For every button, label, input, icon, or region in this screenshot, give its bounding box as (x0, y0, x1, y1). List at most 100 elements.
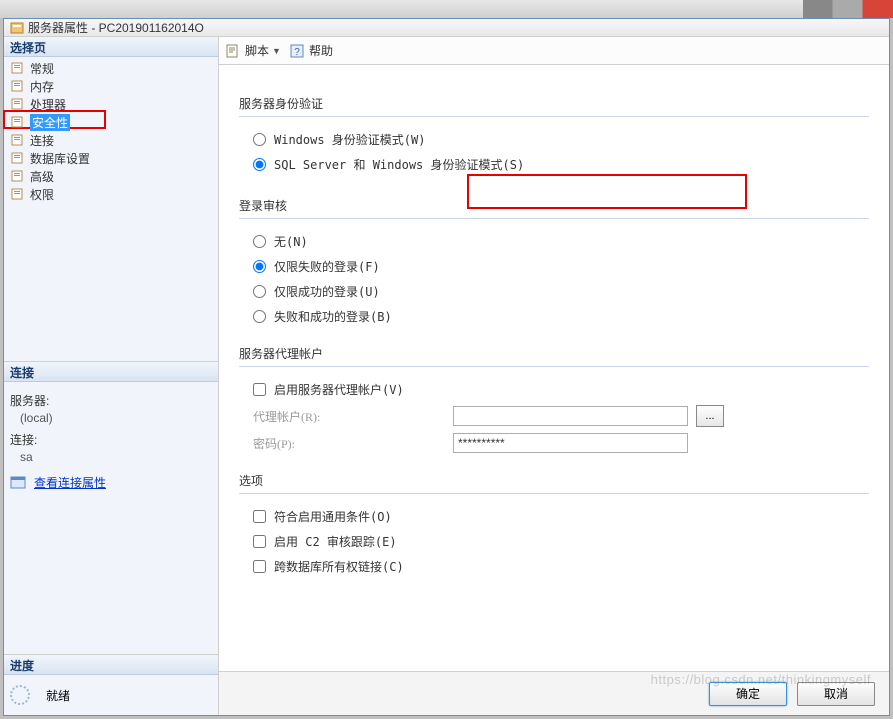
titlebar: 服务器属性 - PC201901162014O (4, 19, 889, 37)
sidebar: 选择页 常规 内存 处理器 安全性 连接 数据库设置 高级 权限 连接 服务器:… (4, 37, 219, 715)
nav-label: 权限 (30, 186, 54, 203)
auth-group: 服务器身份验证 Windows 身份验证模式(W) SQL Server 和 W… (239, 95, 869, 177)
script-label: 脚本 (245, 42, 269, 59)
opt-c2-checkbox[interactable] (253, 535, 266, 548)
server-label: 服务器: (10, 392, 212, 409)
proxy-password-input[interactable] (453, 433, 688, 453)
options-group: 选项 符合启用通用条件(O) 启用 C2 审核跟踪(E) 跨数据库所有权链接(C… (239, 472, 869, 579)
main-panel: 脚本 ▼ ? 帮助 服务器身份验证 Windows 身份验证模式(W) (219, 37, 889, 715)
nav-connections[interactable]: 连接 (4, 131, 218, 149)
opt-chain-checkbox[interactable] (253, 560, 266, 573)
proxy-account-input[interactable] (453, 406, 688, 426)
close-button[interactable]: × (863, 0, 893, 18)
audit-both-label: 失败和成功的登录(B) (274, 308, 392, 325)
audit-title: 登录审核 (239, 197, 869, 214)
audit-success-radio[interactable] (253, 285, 266, 298)
help-button[interactable]: ? 帮助 (289, 42, 333, 59)
audit-failed-row[interactable]: 仅限失败的登录(F) (239, 254, 869, 279)
audit-success-label: 仅限成功的登录(U) (274, 283, 380, 300)
browse-button[interactable]: ... (696, 405, 724, 427)
form-area: 服务器身份验证 Windows 身份验证模式(W) SQL Server 和 W… (219, 65, 889, 671)
minimize-button[interactable]: — (803, 0, 833, 18)
audit-success-row[interactable]: 仅限成功的登录(U) (239, 279, 869, 304)
view-connection-link[interactable]: 查看连接属性 (10, 474, 212, 491)
auth-windows-label: Windows 身份验证模式(W) (274, 131, 425, 148)
proxy-group: 服务器代理帐户 启用服务器代理帐户(V) 代理帐户(R): ... 密码(P): (239, 345, 869, 456)
opt-common-checkbox[interactable] (253, 510, 266, 523)
audit-none-row[interactable]: 无(N) (239, 229, 869, 254)
nav-label: 连接 (30, 132, 54, 149)
audit-none-label: 无(N) (274, 233, 308, 250)
progress-header: 进度 (4, 655, 218, 675)
divider (239, 493, 869, 494)
audit-failed-radio[interactable] (253, 260, 266, 273)
auth-windows-radio[interactable] (253, 133, 266, 146)
properties-icon (10, 474, 28, 490)
proxy-account-row: 代理帐户(R): ... (239, 402, 869, 430)
options-title: 选项 (239, 472, 869, 489)
proxy-enable-checkbox[interactable] (253, 383, 266, 396)
nav-label: 处理器 (30, 96, 66, 113)
server-value: (local) (20, 411, 212, 425)
page-icon (10, 187, 26, 201)
nav-advanced[interactable]: 高级 (4, 167, 218, 185)
audit-both-radio[interactable] (253, 310, 266, 323)
auth-title: 服务器身份验证 (239, 95, 869, 112)
proxy-enable-row[interactable]: 启用服务器代理帐户(V) (239, 377, 869, 402)
cancel-button[interactable]: 取消 (797, 682, 875, 706)
proxy-account-label: 代理帐户(R): (253, 408, 453, 425)
desktop-taskbar: — □ × (0, 0, 893, 18)
divider (239, 366, 869, 367)
help-icon: ? (289, 43, 305, 59)
auth-mixed-row[interactable]: SQL Server 和 Windows 身份验证模式(S) (239, 152, 869, 177)
auth-mixed-radio[interactable] (253, 158, 266, 171)
opt-c2-row[interactable]: 启用 C2 审核跟踪(E) (239, 529, 869, 554)
audit-failed-label: 仅限失败的登录(F) (274, 258, 380, 275)
chevron-down-icon: ▼ (272, 46, 281, 56)
page-icon (10, 97, 26, 111)
nav-label: 安全性 (30, 114, 70, 131)
nav-list: 常规 内存 处理器 安全性 连接 数据库设置 高级 权限 (4, 57, 218, 205)
nav-general[interactable]: 常规 (4, 59, 218, 77)
nav-label: 内存 (30, 78, 54, 95)
opt-chain-row[interactable]: 跨数据库所有权链接(C) (239, 554, 869, 579)
content: 选择页 常规 内存 处理器 安全性 连接 数据库设置 高级 权限 连接 服务器:… (4, 37, 889, 715)
proxy-password-row: 密码(P): (239, 430, 869, 456)
progress-status: 就绪 (46, 687, 70, 704)
nav-database-settings[interactable]: 数据库设置 (4, 149, 218, 167)
connection-info: 服务器: (local) 连接: sa 查看连接属性 (4, 382, 218, 499)
app-icon (10, 21, 24, 35)
auth-mixed-label: SQL Server 和 Windows 身份验证模式(S) (274, 156, 524, 173)
opt-common-label: 符合启用通用条件(O) (274, 508, 392, 525)
opt-common-row[interactable]: 符合启用通用条件(O) (239, 504, 869, 529)
divider (239, 116, 869, 117)
nav-security[interactable]: 安全性 (4, 113, 218, 131)
view-connection-text[interactable]: 查看连接属性 (34, 474, 106, 491)
nav-permissions[interactable]: 权限 (4, 185, 218, 203)
audit-none-radio[interactable] (253, 235, 266, 248)
progress-row: 就绪 (10, 685, 212, 705)
nav-label: 高级 (30, 168, 54, 185)
nav-label: 数据库设置 (30, 150, 90, 167)
proxy-enable-label: 启用服务器代理帐户(V) (274, 381, 404, 398)
page-icon (10, 169, 26, 183)
nav-processor[interactable]: 处理器 (4, 95, 218, 113)
page-icon (10, 151, 26, 165)
conn-value: sa (20, 450, 212, 464)
audit-both-row[interactable]: 失败和成功的登录(B) (239, 304, 869, 329)
audit-group: 登录审核 无(N) 仅限失败的登录(F) 仅限成功的登录(U) 失败和成功的登录… (239, 197, 869, 329)
script-button[interactable]: 脚本 ▼ (225, 42, 281, 59)
nav-label: 常规 (30, 60, 54, 77)
nav-memory[interactable]: 内存 (4, 77, 218, 95)
auth-windows-row[interactable]: Windows 身份验证模式(W) (239, 127, 869, 152)
divider (239, 218, 869, 219)
maximize-button[interactable]: □ (833, 0, 863, 18)
connection-header: 连接 (4, 362, 218, 382)
progress-spinner-icon (10, 685, 30, 705)
page-icon (10, 133, 26, 147)
dialog-window: 服务器属性 - PC201901162014O 选择页 常规 内存 处理器 安全… (3, 18, 890, 716)
svg-text:?: ? (294, 47, 300, 58)
ok-button[interactable]: 确定 (709, 682, 787, 706)
page-icon (10, 115, 26, 129)
script-icon (225, 43, 241, 59)
